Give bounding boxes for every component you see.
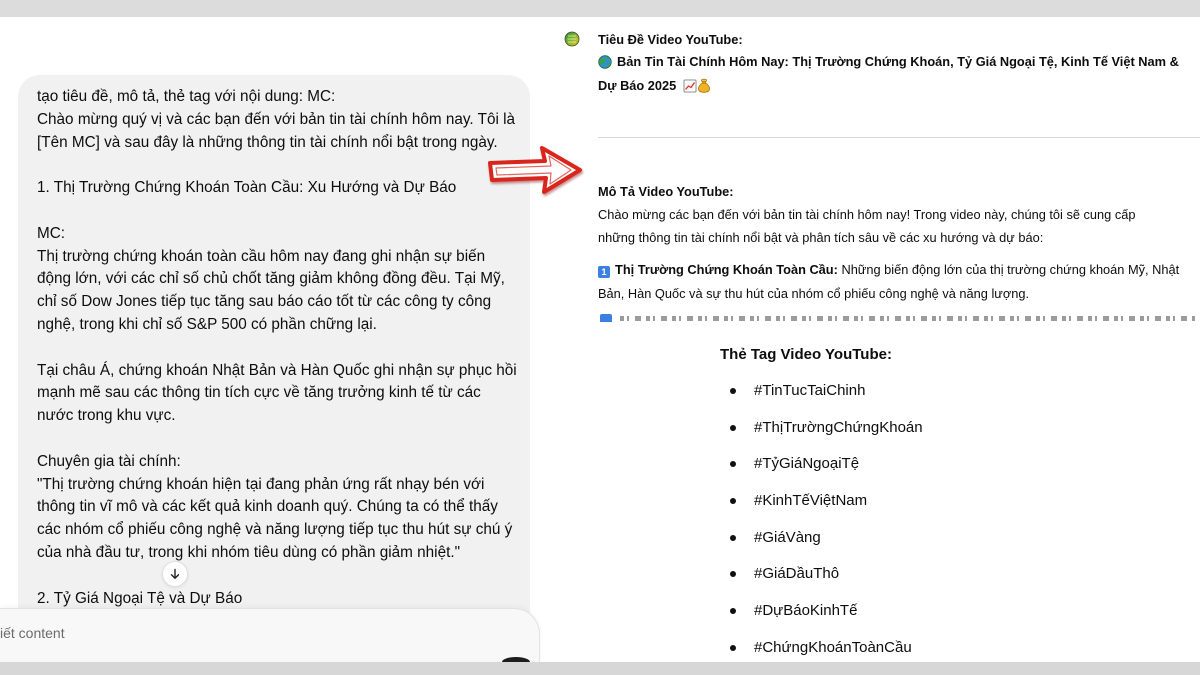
- description-line: những thông tin tài chính nổi bật và phâ…: [598, 230, 1044, 245]
- message-line: nghệ, trong khi chỉ số S&P 500 có phần c…: [37, 315, 377, 333]
- bullet-dot: [730, 498, 736, 505]
- message-line: các nhóm cổ phiếu công nghệ và năng lượn…: [37, 521, 513, 539]
- message-line: "Thị trường chứng khoán hiện tại đang ph…: [37, 475, 485, 493]
- bullet-dot: [730, 644, 736, 651]
- tag-text: #ThịTrườngChứngKhoán: [754, 418, 923, 436]
- message-paragraph: MC: Thị trường chứng khoán toàn cầu hôm …: [37, 223, 517, 337]
- message-line: thông tin vĩ mô và các kết quả kinh doan…: [37, 498, 498, 516]
- message-line: chỉ số Dow Jones tiếp tục tăng sau báo c…: [37, 293, 492, 311]
- message-paragraph: 2. Tỷ Giá Ngoại Tệ và Dự Báo: [37, 588, 517, 611]
- money-bag-icon: [697, 78, 711, 97]
- clipped-text-fragment: [620, 316, 1195, 321]
- video-title-line: Bản Tin Tài Chính Hôm Nay: Thị Trường Ch…: [598, 54, 1179, 73]
- screenshot-canvas: tạo tiêu đề, mô tả, thẻ tag với nội dung…: [0, 0, 1200, 675]
- globe-icon: [598, 55, 612, 73]
- video-tags-heading: Thẻ Tag Video YouTube:: [720, 346, 892, 363]
- message-line: MC:: [37, 224, 66, 242]
- section-divider: [598, 137, 1200, 138]
- user-message-bubble: tạo tiêu đề, mô tả, thẻ tag với nội dung…: [18, 75, 530, 645]
- message-line: [Tên MC] và sau đây là những thông tin t…: [37, 133, 498, 151]
- bullet-dot: [730, 424, 736, 431]
- message-paragraph: tạo tiêu đề, mô tả, thẻ tag với nội dung…: [37, 86, 517, 154]
- tag-text: #GiáDầuThô: [754, 565, 840, 583]
- annotation-arrow-icon: [488, 146, 582, 194]
- tag-item: #ChứngKhoánToànCầu: [720, 639, 1120, 657]
- bottom-border: [0, 662, 1200, 675]
- tag-item: #ThịTrườngChứngKhoán: [720, 419, 1120, 437]
- message-line: Thị trường chứng khoán toàn cầu hôm nay …: [37, 247, 486, 265]
- tag-item: #TinTucTaiChinh: [720, 382, 1120, 400]
- message-line: Tại châu Á, chứng khoán Nhật Bản và Hàn …: [37, 361, 517, 379]
- video-title-heading: Tiêu Đề Video YouTube:: [598, 32, 743, 47]
- message-composer[interactable]: iết content: [0, 608, 540, 662]
- video-title-line: Dự Báo 2025: [598, 78, 711, 97]
- tag-item: #KinhTếViệtNam: [720, 492, 1120, 510]
- tag-item: #DựBáoKinhTế: [720, 602, 1120, 620]
- bullet-dot: [730, 571, 736, 578]
- message-line: động lớn, với các chỉ số chủ chốt tăng g…: [37, 270, 505, 288]
- tag-text: #GiáVàng: [754, 528, 821, 546]
- message-line: Chào mừng quý vị và các bạn đến với bản …: [37, 110, 516, 128]
- message-line: Chuyên gia tài chính:: [37, 452, 181, 470]
- message-paragraph: Chuyên gia tài chính: "Thị trường chứng …: [37, 451, 517, 565]
- bullet-dot: [730, 534, 736, 541]
- description-line: Chào mừng các bạn đến với bản tin tài ch…: [598, 207, 1136, 222]
- top-border: [0, 0, 1200, 17]
- tag-item: #TỷGiáNgoạiTệ: [720, 455, 1120, 473]
- video-title-text: Bản Tin Tài Chính Hôm Nay: Thị Trường Ch…: [617, 54, 1179, 69]
- tag-item: #GiáVàng: [720, 529, 1120, 547]
- description-item: 1 Thị Trường Chứng Khoán Toàn Cầu: Những …: [598, 262, 1179, 278]
- description-item-text: Những biến động lớn của thị trường chứng…: [841, 262, 1180, 277]
- tag-text: #TỷGiáNgoạiTệ: [754, 455, 860, 473]
- bullet-dot: [730, 461, 736, 468]
- message-paragraph: 1. Thị Trường Chứng Khoán Toàn Cầu: Xu H…: [37, 177, 517, 200]
- video-title-text: Dự Báo 2025: [598, 78, 677, 93]
- description-item-title: Thị Trường Chứng Khoán Toàn Cầu:: [615, 262, 838, 277]
- keycap-2-icon: [600, 314, 612, 322]
- bullet-dot: [730, 388, 736, 394]
- keycap-1-icon: 1: [598, 266, 610, 278]
- composer-placeholder: iết content: [0, 625, 65, 641]
- tag-list: #TinTucTaiChinh #ThịTrườngChứngKhoán #Tỷ…: [720, 382, 1120, 657]
- tag-item: #GiáDầuThô: [720, 565, 1120, 583]
- video-description-heading: Mô Tả Video YouTube:: [598, 184, 734, 199]
- message-line: 1. Thị Trường Chứng Khoán Toàn Cầu: Xu H…: [37, 179, 457, 197]
- message-paragraph: Tại châu Á, chứng khoán Nhật Bản và Hàn …: [37, 360, 517, 428]
- user-message-text: tạo tiêu đề, mô tả, thẻ tag với nội dung…: [37, 86, 517, 610]
- tag-text: #KinhTếViệtNam: [754, 492, 868, 510]
- message-line: của nhà đầu tư, trong khi nhóm tiêu dùng…: [37, 543, 461, 561]
- tag-text: #TinTucTaiChinh: [754, 382, 866, 399]
- message-line: 2. Tỷ Giá Ngoại Tệ và Dự Báo: [37, 589, 243, 607]
- description-item-text: Bản, Hàn Quốc và sự thu hút của nhóm cổ …: [598, 286, 1030, 301]
- arrow-down-icon: [170, 568, 180, 579]
- message-line: mạnh mẽ sau các thông tin tích cực về tă…: [37, 384, 481, 402]
- message-line: tạo tiêu đề, mô tả, thẻ tag với nội dung…: [37, 88, 336, 105]
- scroll-to-bottom-button[interactable]: [162, 561, 188, 587]
- tag-text: #ChứngKhoánToànCầu: [754, 638, 912, 656]
- message-line: nước trong khu vực.: [37, 407, 176, 425]
- bullet-dot: [730, 608, 736, 615]
- assistant-avatar-icon: [564, 31, 580, 47]
- tag-text: #DựBáoKinhTế: [754, 602, 858, 620]
- chart-increasing-icon: [683, 79, 697, 97]
